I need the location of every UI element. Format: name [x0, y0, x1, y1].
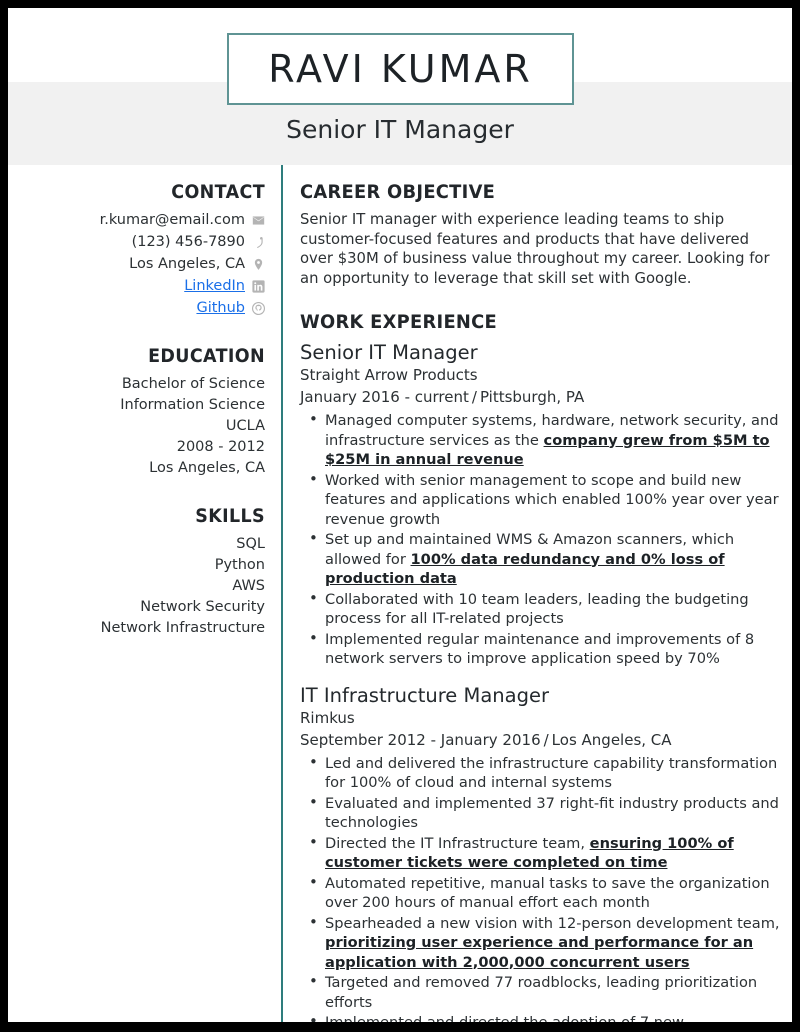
contact-item-location: Los Angeles, CA — [8, 254, 265, 275]
phone-icon — [252, 236, 265, 249]
bullet-highlight: prioritizing user experience and perform… — [325, 934, 754, 971]
resume-page: RAVI KUMAR Senior IT Manager CONTACT r.k… — [8, 8, 792, 1022]
contact-item-email: r.kumar@email.com — [8, 210, 265, 231]
bullet-pre: Implemented regular maintenance and impr… — [325, 630, 755, 668]
job-bullet: Implemented regular maintenance and impr… — [300, 629, 780, 669]
job-location: Los Angeles, CA — [551, 730, 672, 749]
job-bullet: Worked with senior management to scope a… — [300, 470, 780, 530]
education-heading: EDUCATION — [148, 345, 265, 367]
job-location: Pittsburgh, PA — [479, 388, 585, 406]
github-icon[interactable] — [252, 302, 265, 315]
job-bullet: Targeted and removed 77 roadblocks, lead… — [300, 972, 780, 1012]
contact-phone-text: (123) 456-7890 — [131, 234, 245, 250]
work-experience-section: WORK EXPERIENCE Senior IT Manager Straig… — [300, 311, 780, 1022]
bullet-pre: Implemented and directed the adoption of… — [325, 1014, 684, 1022]
bullet-pre: Evaluated and implemented 37 right-fit i… — [325, 794, 779, 832]
bullet-pre: Automated repetitive, manual tasks to sa… — [325, 874, 770, 912]
contact-location-text: Los Angeles, CA — [129, 256, 245, 272]
skill-item: Network Security — [140, 599, 265, 615]
job-title: Senior IT Manager — [300, 341, 478, 364]
contact-item-linkedin[interactable]: LinkedIn — [8, 276, 265, 297]
candidate-name: RAVI KUMAR — [268, 47, 533, 91]
main-column: CAREER OBJECTIVE Senior IT manager with … — [283, 165, 792, 1022]
job-entry: IT Infrastructure Manager Rimkus Septemb… — [300, 683, 780, 751]
job-meta-separator: / — [471, 388, 477, 406]
job-bullet: Directed the IT Infrastructure team, ens… — [300, 833, 780, 873]
job-bullet: Collaborated with 10 team leaders, leadi… — [300, 589, 780, 629]
candidate-title: Senior IT Manager — [286, 115, 514, 144]
skill-item: Network Infrastructure — [100, 620, 265, 636]
job-bullet: Led and delivered the infrastructure cap… — [300, 753, 780, 793]
contact-section: CONTACT r.kumar@email.com (123) 456-7890… — [8, 181, 265, 319]
skills-heading: SKILLS — [195, 505, 265, 527]
job-bullet-list: Led and delivered the infrastructure cap… — [300, 753, 780, 1023]
job-meta: September 2012 - January 2016/Los Angele… — [300, 729, 780, 751]
linkedin-link[interactable]: LinkedIn — [184, 276, 245, 297]
skill-item: SQL — [236, 536, 265, 552]
contact-item-phone: (123) 456-7890 — [8, 232, 265, 253]
career-objective-heading: CAREER OBJECTIVE — [300, 181, 496, 203]
github-link[interactable]: Github — [196, 298, 245, 319]
job-title: IT Infrastructure Manager — [300, 683, 549, 707]
education-section: EDUCATION Bachelor of Science Informatio… — [8, 345, 265, 479]
contact-item-github[interactable]: Github — [8, 298, 265, 319]
bullet-pre: Spearheaded a new vision with 12-person … — [325, 914, 780, 932]
resume-header: RAVI KUMAR Senior IT Manager — [8, 8, 792, 165]
job-bullet: Spearheaded a new vision with 12-person … — [300, 913, 780, 973]
job-bullet-list: Managed computer systems, hardware, netw… — [300, 410, 780, 669]
contact-email-text: r.kumar@email.com — [99, 212, 245, 228]
resume-body: CONTACT r.kumar@email.com (123) 456-7890… — [8, 165, 792, 1022]
bullet-pre: Worked with senior management to scope a… — [325, 471, 779, 528]
bullet-pre: Collaborated with 10 team leaders, leadi… — [325, 590, 749, 628]
sidebar: CONTACT r.kumar@email.com (123) 456-7890… — [8, 165, 281, 1022]
education-location: Los Angeles, CA — [149, 460, 265, 476]
skills-section: SKILLS SQL Python AWS Network Security N… — [8, 505, 265, 639]
bullet-pre: Targeted and removed 77 roadblocks, lead… — [325, 974, 758, 1011]
job-meta: January 2016 - current / Pittsburgh, PA — [300, 386, 780, 408]
job-meta-separator: / — [543, 730, 549, 749]
bullet-pre: Directed the IT Infrastructure team, — [325, 834, 590, 852]
education-dates: 2008 - 2012 — [176, 439, 265, 455]
job-bullet: Set up and maintained WMS & Amazon scann… — [300, 529, 780, 589]
skill-item: AWS — [232, 578, 265, 594]
job-bullet: Implemented and directed the adoption of… — [300, 1012, 780, 1022]
education-school: UCLA — [225, 418, 265, 434]
name-box: RAVI KUMAR — [227, 33, 574, 105]
job-dates: September 2012 - January 2016 — [300, 730, 541, 749]
work-experience-heading: WORK EXPERIENCE — [300, 311, 498, 333]
job-bullet: Evaluated and implemented 37 right-fit i… — [300, 793, 780, 833]
bullet-pre: Led and delivered the infrastructure cap… — [325, 754, 778, 792]
education-field: Information Science — [120, 397, 265, 413]
job-dates: January 2016 - current — [300, 388, 469, 406]
contact-heading: CONTACT — [171, 181, 265, 203]
job-bullet: Managed computer systems, hardware, netw… — [300, 410, 780, 470]
job-company: Straight Arrow Products — [300, 366, 478, 384]
skill-item: Python — [214, 557, 265, 573]
job-company: Rimkus — [300, 708, 355, 727]
education-degree: Bachelor of Science — [121, 376, 265, 392]
job-bullet: Automated repetitive, manual tasks to sa… — [300, 873, 780, 913]
envelope-icon — [252, 214, 265, 227]
job-entry: Senior IT Manager Straight Arrow Product… — [300, 340, 780, 408]
career-objective-section: CAREER OBJECTIVE Senior IT manager with … — [300, 181, 780, 288]
career-objective-text: Senior IT manager with experience leadin… — [300, 211, 770, 287]
linkedin-icon[interactable] — [252, 280, 265, 293]
map-pin-icon — [252, 258, 265, 271]
